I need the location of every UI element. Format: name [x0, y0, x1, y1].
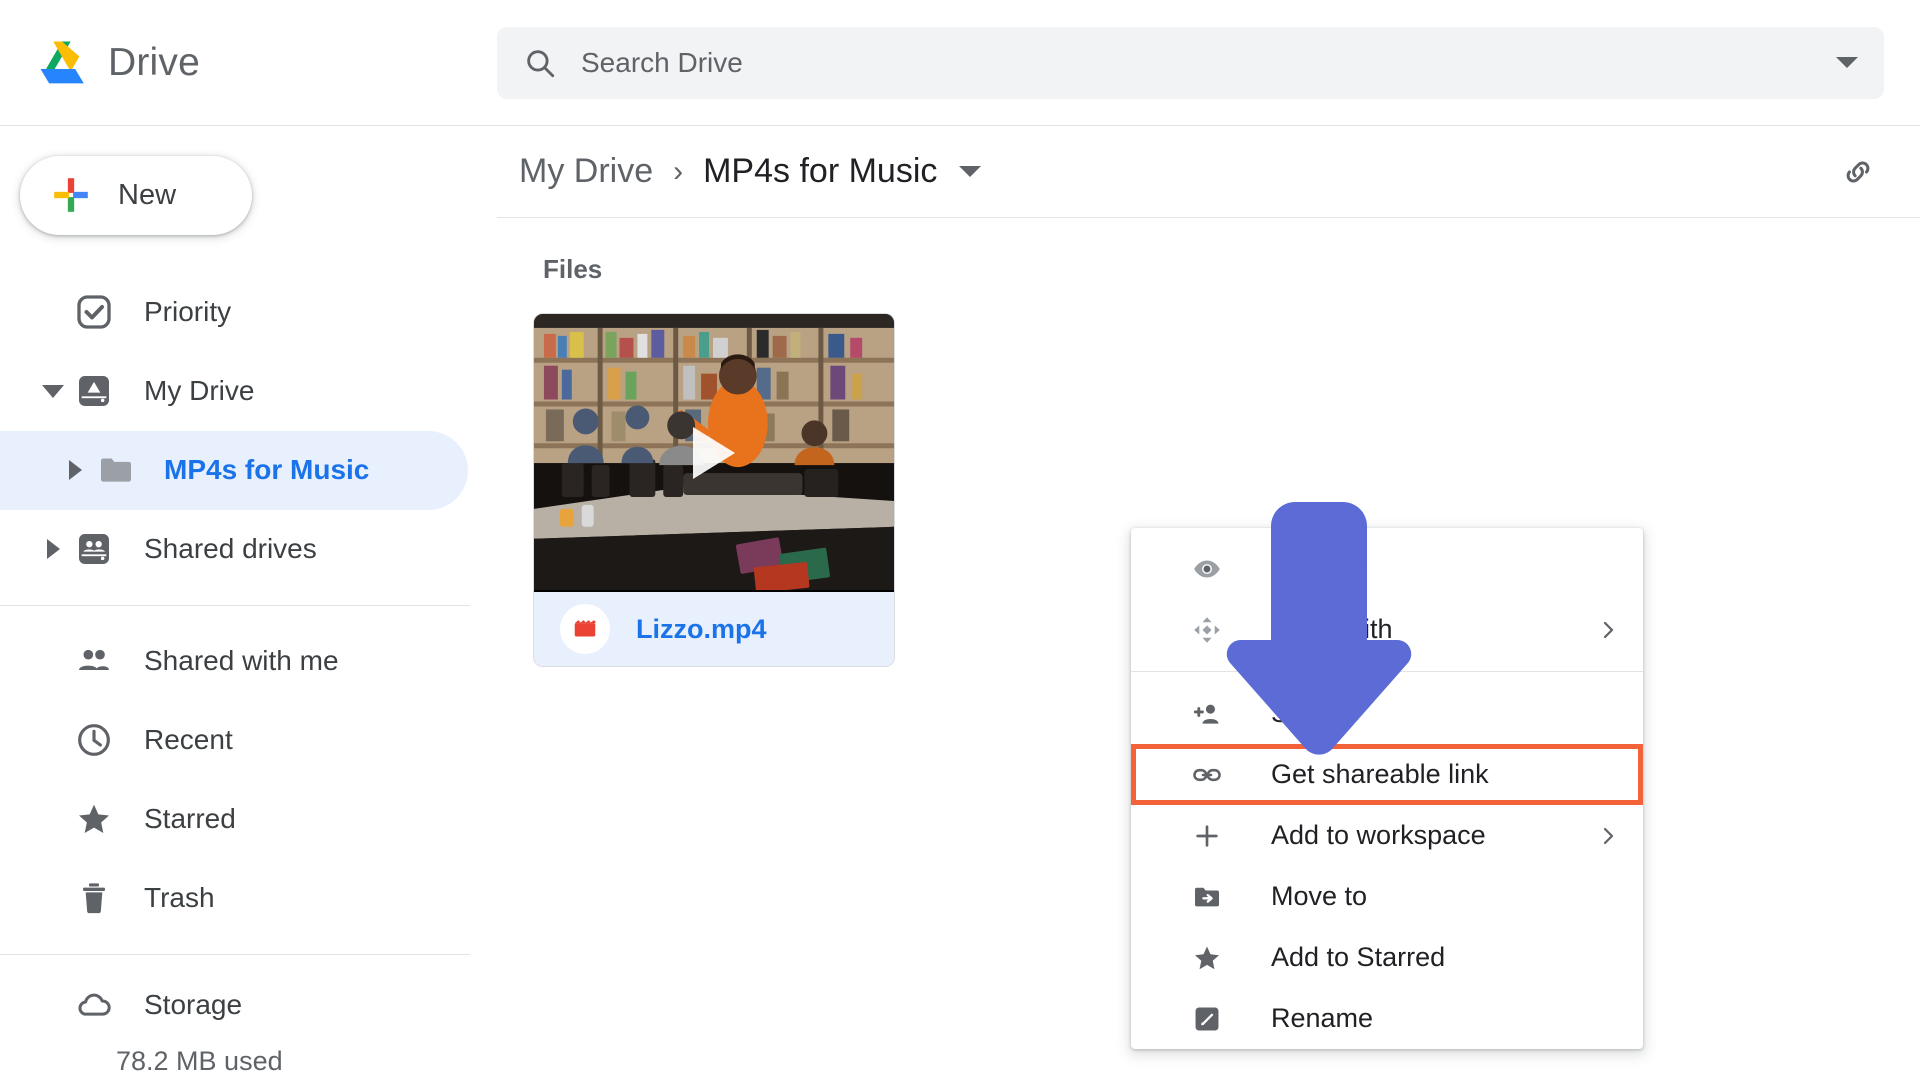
sidebar-item-shared-drives[interactable]: Shared drives [0, 510, 497, 589]
sidebar-item-label: Trash [144, 882, 215, 914]
search-icon [523, 46, 557, 80]
context-menu-item-label: Move to [1271, 881, 1367, 912]
plus-icon [50, 174, 92, 216]
body: New Priority [0, 126, 1920, 1077]
main-area: My Drive › MP4s for Music Files [497, 126, 1920, 1077]
file-thumbnail[interactable] [534, 314, 894, 592]
shared-drives-icon [72, 527, 116, 571]
sidebar-item-label: Shared with me [144, 645, 339, 677]
context-menu-item-label: Open with [1271, 614, 1393, 645]
context-menu-item-add-to-workspace[interactable]: Add to workspace [1131, 805, 1643, 866]
plus-thin-icon [1187, 816, 1227, 856]
sidebar-item-label: Starred [144, 803, 236, 835]
folder-move-icon [1187, 877, 1227, 917]
play-icon[interactable] [693, 427, 735, 479]
people-icon [72, 639, 116, 683]
sidebar-item-starred[interactable]: Starred [0, 780, 497, 859]
drive-app: Drive Search Drive [0, 0, 1920, 1077]
open-with-icon [1187, 610, 1227, 650]
file-card[interactable]: Lizzo.mp4 [533, 313, 895, 667]
context-menu-item-move-to[interactable]: Move to [1131, 866, 1643, 927]
sidebar-item-mp4s-for-music[interactable]: MP4s for Music [0, 431, 468, 510]
sidebar-item-label: Shared drives [144, 533, 317, 565]
search-area: Search Drive [497, 27, 1920, 99]
breadcrumb-chevron-down-icon[interactable] [959, 166, 981, 177]
sidebar-group-primary: Priority My Drive [0, 273, 497, 589]
sidebar-item-priority[interactable]: Priority [0, 273, 497, 352]
sidebar-divider [0, 605, 470, 606]
sidebar-item-shared-with-me[interactable]: Shared with me [0, 622, 497, 701]
sidebar: New Priority [0, 126, 497, 1077]
sidebar-item-label: MP4s for Music [164, 454, 369, 486]
brand-title: Drive [108, 41, 200, 85]
sidebar-group-secondary: Shared with me Recent [0, 622, 497, 938]
drive-logo [36, 40, 88, 86]
context-menu-item-rename[interactable]: Rename [1131, 988, 1643, 1049]
eye-icon [1187, 549, 1227, 589]
trash-icon [72, 876, 116, 920]
sidebar-item-label: My Drive [144, 375, 254, 407]
new-button[interactable]: New [20, 156, 252, 235]
star-icon [72, 797, 116, 841]
storage-label: Storage [144, 989, 242, 1021]
context-menu-item-label: Preview [1271, 553, 1367, 584]
file-row[interactable]: Lizzo.mp4 [534, 592, 894, 666]
file-name[interactable]: Lizzo.mp4 [636, 614, 767, 645]
breadcrumb-current[interactable]: MP4s for Music [703, 152, 937, 191]
context-menu-item-label: Share [1271, 698, 1343, 729]
sidebar-item-recent[interactable]: Recent [0, 701, 497, 780]
breadcrumb: My Drive › MP4s for Music [497, 126, 1920, 218]
sidebar-item-label: Priority [144, 296, 231, 328]
new-button-label: New [118, 179, 176, 212]
context-menu-item-label: Add to workspace [1271, 820, 1486, 851]
brand[interactable]: Drive [0, 40, 497, 86]
context-menu-item-get-shareable-link[interactable]: Get shareable link [1131, 744, 1643, 805]
context-menu-item-add-to-starred[interactable]: Add to Starred [1131, 927, 1643, 988]
section-title-files: Files [543, 254, 1920, 285]
breadcrumb-separator: › [673, 155, 683, 189]
sidebar-item-storage[interactable]: Storage [0, 971, 497, 1040]
chevron-right-icon[interactable] [60, 460, 90, 480]
sidebar-item-label: Recent [144, 724, 233, 756]
chevron-down-icon[interactable] [38, 385, 68, 398]
search-options-chevron-down-icon[interactable] [1836, 57, 1858, 68]
sidebar-divider-storage [0, 954, 470, 955]
context-menu-item-label: Add to Starred [1271, 942, 1445, 973]
context-menu-item-preview[interactable]: Preview [1131, 538, 1643, 599]
context-menu-item-share[interactable]: Share [1131, 683, 1643, 744]
folder-icon [94, 448, 138, 492]
chevron-right-icon [1595, 617, 1621, 643]
context-menu-divider [1131, 671, 1643, 672]
video-clapperboard-icon [560, 604, 610, 654]
sidebar-item-my-drive[interactable]: My Drive [0, 352, 497, 431]
chevron-right-icon [1595, 823, 1621, 849]
person-add-icon [1187, 694, 1227, 734]
cloud-icon [72, 983, 116, 1027]
my-drive-icon [72, 369, 116, 413]
search-input[interactable]: Search Drive [581, 47, 1836, 79]
storage-used-text: 78.2 MB used [0, 1046, 497, 1077]
rename-pencil-icon [1187, 999, 1227, 1039]
sidebar-item-trash[interactable]: Trash [0, 859, 497, 938]
link-icon [1187, 755, 1227, 795]
search-bar[interactable]: Search Drive [497, 27, 1884, 99]
context-menu-item-label: Rename [1271, 1003, 1373, 1034]
chevron-right-icon[interactable] [38, 539, 68, 559]
context-menu-item-label: Get shareable link [1271, 759, 1489, 790]
context-menu: Preview Open with [1131, 528, 1643, 1049]
priority-check-icon [72, 290, 116, 334]
context-menu-item-open-with[interactable]: Open with [1131, 599, 1643, 660]
breadcrumb-root[interactable]: My Drive [519, 152, 653, 191]
top-bar: Drive Search Drive [0, 0, 1920, 126]
star-icon [1187, 938, 1227, 978]
clock-icon [72, 718, 116, 762]
get-link-button[interactable] [1832, 146, 1884, 198]
